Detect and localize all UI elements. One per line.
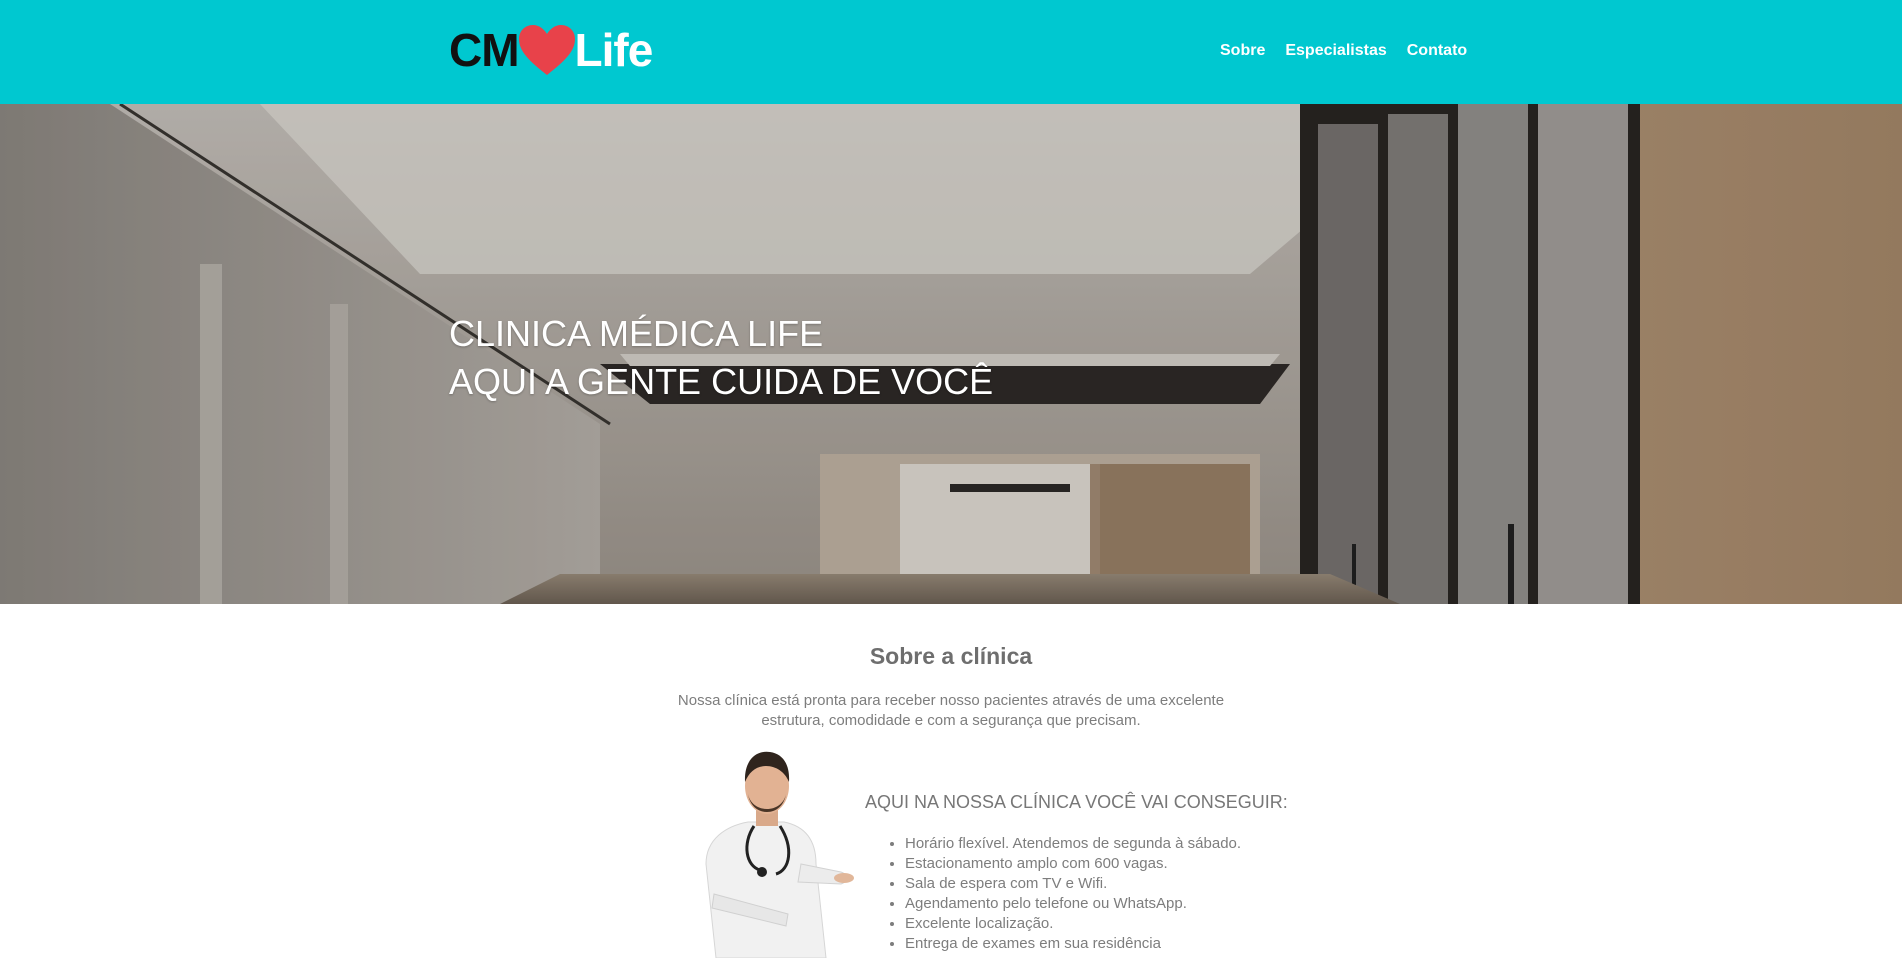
about-title: Sobre a clínica xyxy=(869,643,1033,669)
nav-link-contato[interactable]: Contato xyxy=(1407,42,1467,60)
list-item: Sala de espera com TV e Wifi. xyxy=(905,874,1241,894)
hero-headline: CLINICA MÉDICA LIFE AQUI A GENTE CUIDA D… xyxy=(449,310,993,406)
site-header: CM Life Sobre Especialistas Contato xyxy=(0,0,1902,104)
list-item: Entrega de exames em sua residência xyxy=(905,934,1241,954)
main-nav: Sobre Especialistas Contato xyxy=(1220,42,1467,60)
hero-line-1: CLINICA MÉDICA LIFE xyxy=(449,313,824,354)
doctor-image xyxy=(705,751,854,958)
hero-banner: CLINICA MÉDICA LIFE AQUI A GENTE CUIDA D… xyxy=(0,104,1902,604)
list-item: Excelente localização. xyxy=(905,914,1241,934)
benefits-title: AQUI NA NOSSA CLÍNICA VOCÊ VAI CONSEGUIR… xyxy=(865,792,1288,812)
benefits-list: Horário flexível. Atendemos de segunda à… xyxy=(885,834,1241,954)
list-item: Estacionamento amplo com 600 vagas. xyxy=(905,854,1241,874)
about-description: Nossa clínica está pronta para receber n… xyxy=(677,692,1225,729)
nav-link-especialistas[interactable]: Especialistas xyxy=(1285,42,1386,60)
nav-link-sobre[interactable]: Sobre xyxy=(1220,42,1265,60)
logo[interactable]: CM Life xyxy=(449,20,654,80)
logo-text-life: Life xyxy=(574,24,654,76)
list-item: Agendamento pelo telefone ou WhatsApp. xyxy=(905,894,1241,914)
heart-icon xyxy=(518,25,575,75)
hero-line-2: AQUI A GENTE CUIDA DE VOCÊ xyxy=(449,361,994,402)
logo-text-cm: CM xyxy=(449,24,520,76)
list-item: Horário flexível. Atendemos de segunda à… xyxy=(905,834,1241,854)
